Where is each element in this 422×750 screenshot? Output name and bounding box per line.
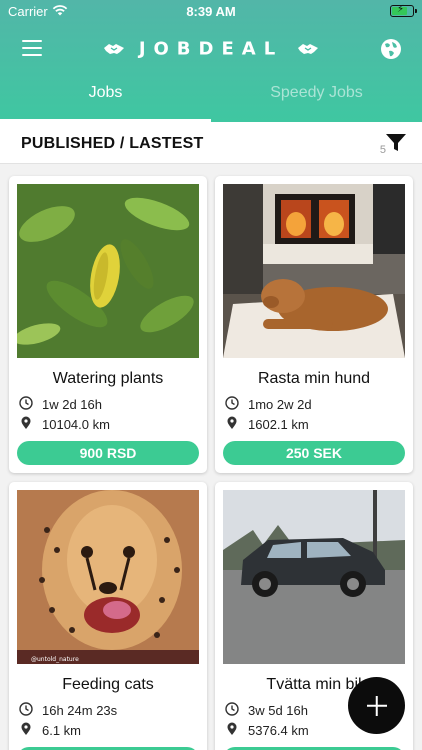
clock-icon [19,702,33,716]
job-time-text: 1w 2d 16h [42,397,102,412]
job-card[interactable]: Rasta min hund 1mo 2w 2d 1602.1 km 250 S… [215,176,413,473]
job-card[interactable]: Watering plants 1w 2d 16h 10104.0 km 900… [9,176,207,473]
add-job-button[interactable] [348,677,405,734]
list-header: PUBLISHED / LASTEST 5 [0,122,422,164]
job-time-text: 1mo 2w 2d [248,397,312,412]
job-photo [223,184,405,358]
clock-icon [19,396,33,410]
clock-icon [225,702,239,716]
job-title: Watering plants [52,370,164,387]
job-title: Rasta min hund [257,370,371,387]
job-distance-text: 1602.1 km [248,417,309,432]
logo-text: JOBDEAL [138,38,284,60]
status-bar: Carrier 8:39 AM ⚡ [0,0,422,22]
globe-icon[interactable] [380,38,402,60]
tab-speedy-jobs[interactable]: Speedy Jobs [211,84,422,102]
tab-jobs[interactable]: Jobs [0,84,211,102]
tab-bar: Jobs Speedy Jobs [0,80,422,122]
job-photo [17,184,199,358]
job-photo: @untold_nature [17,490,199,664]
job-photo [223,490,405,664]
job-time-text: 3w 5d 16h [248,703,308,718]
location-pin-icon [21,722,31,735]
filter-icon[interactable] [386,134,406,152]
location-pin-icon [21,416,31,429]
app-logo: JOBDEAL [0,38,422,60]
handshake-icon [298,44,319,54]
job-card[interactable]: @untold_nature Feeding cats 16h 24m 23s … [9,482,207,750]
clock-icon [225,396,239,410]
list-title: PUBLISHED / LASTEST [21,135,204,152]
job-distance-text: 6.1 km [42,723,82,738]
job-distance-text: 10104.0 km [42,417,110,432]
price-button[interactable]: 250 SEK [223,441,405,465]
location-pin-icon [227,416,237,429]
location-pin-icon [227,722,237,735]
app-header: Carrier 8:39 AM ⚡ JOBDEAL Jobs Speedy Jo… [0,0,422,122]
job-distance-text: 5376.4 km [248,723,309,738]
job-time-text: 16h 24m 23s [42,703,118,718]
battery-icon: ⚡ [390,4,417,17]
photo-watermark: @untold_nature [31,656,79,663]
handshake-icon [103,44,124,54]
clock: 8:39 AM [186,4,236,19]
price-button[interactable]: 900 RSD [17,441,199,465]
job-title: Feeding cats [62,676,154,693]
